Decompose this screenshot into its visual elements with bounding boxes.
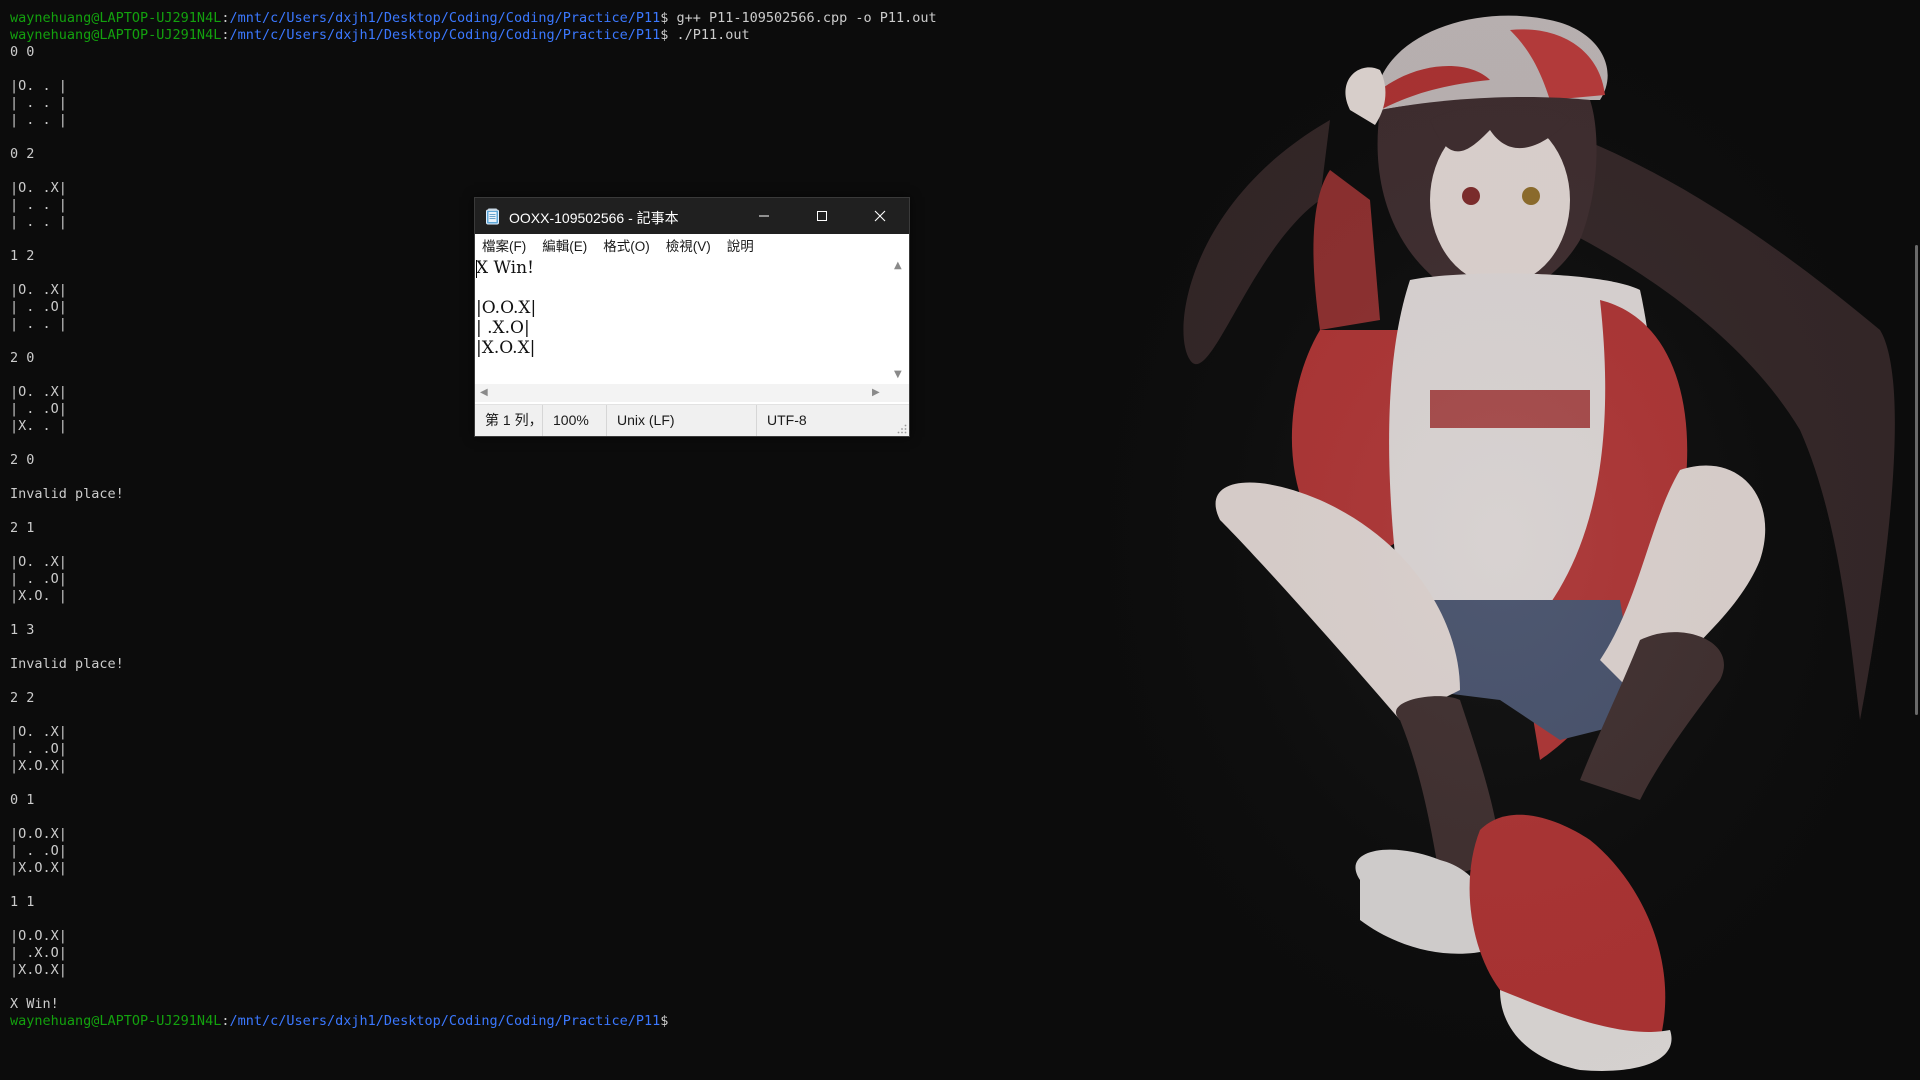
terminal-output-line: |O. .X|	[10, 554, 67, 570]
notepad-title: OOXX-109502566 - 記事本	[509, 210, 679, 226]
terminal-prompt-line: waynehuang@LAPTOP-UJ291N4L:/mnt/c/Users/…	[10, 1013, 937, 1030]
notepad-content[interactable]: X Win! |O.O.X| | .X.O| |X.O.X|	[475, 256, 889, 358]
prompt-path: /mnt/c/Users/dxjh1/Desktop/Coding/Coding…	[229, 1013, 661, 1029]
terminal-output-line: | . .O|	[10, 571, 67, 587]
prompt-symbol: $	[660, 1013, 677, 1029]
terminal-output-line: 0 1	[10, 792, 35, 808]
resize-grip-icon[interactable]	[897, 424, 907, 434]
terminal-output-line: |O.O.X|	[10, 826, 67, 842]
notepad-titlebar[interactable]: OOXX-109502566 - 記事本	[475, 198, 909, 234]
scroll-right-icon[interactable]: ▶	[872, 387, 880, 398]
terminal-output[interactable]: waynehuang@LAPTOP-UJ291N4L:/mnt/c/Users/…	[10, 10, 937, 1030]
menu-edit[interactable]: 編輯(E)	[534, 235, 595, 255]
terminal-output-line: |X.O.X|	[10, 962, 67, 978]
status-encoding: UTF-8	[756, 405, 887, 436]
notepad-icon	[485, 208, 501, 225]
menu-format[interactable]: 格式(O)	[595, 235, 658, 255]
terminal-prompt-line: waynehuang@LAPTOP-UJ291N4L:/mnt/c/Users/…	[10, 10, 937, 27]
prompt-command: g++ P11-109502566.cpp -o P11.out	[676, 10, 937, 26]
terminal-output-line: 2 1	[10, 520, 35, 536]
notepad-text-area[interactable]: X Win! |O.O.X| | .X.O| |X.O.X|	[475, 256, 889, 384]
terminal-output-line: |O. .X|	[10, 180, 67, 196]
notepad-menubar: 檔案(F) 編輯(E) 格式(O) 檢視(V) 說明	[475, 234, 909, 256]
maximize-button[interactable]	[793, 198, 851, 234]
prompt-path: /mnt/c/Users/dxjh1/Desktop/Coding/Coding…	[229, 10, 661, 26]
terminal-output-line: | . .O|	[10, 843, 67, 859]
terminal-output-line: |X.O.X|	[10, 758, 67, 774]
terminal-prompt-line: waynehuang@LAPTOP-UJ291N4L:/mnt/c/Users/…	[10, 27, 937, 44]
terminal-output-line: | . . |	[10, 112, 67, 128]
notepad-horizontal-scrollbar[interactable]: ◀ ▶	[475, 384, 909, 402]
terminal-output-line: |X.O.X|	[10, 860, 67, 876]
prompt-path: /mnt/c/Users/dxjh1/Desktop/Coding/Coding…	[229, 27, 661, 43]
scroll-down-icon[interactable]: ▼	[894, 369, 902, 380]
terminal-output-line: Invalid place!	[10, 486, 124, 502]
text-caret	[476, 260, 477, 278]
prompt-symbol: $	[660, 27, 677, 43]
terminal-output-line: 0 2	[10, 146, 35, 162]
terminal-scrollbar[interactable]	[1914, 0, 1920, 1080]
menu-file[interactable]: 檔案(F)	[475, 235, 534, 255]
prompt-command: ./P11.out	[676, 27, 750, 43]
terminal-output-line: X Win!	[10, 996, 59, 1012]
terminal-output-line: |O. .X|	[10, 724, 67, 740]
terminal-output-line: |O.O.X|	[10, 928, 67, 944]
scroll-up-icon[interactable]: ▲	[894, 260, 902, 271]
scroll-left-icon[interactable]: ◀	[480, 387, 488, 398]
close-icon	[874, 210, 886, 222]
terminal-window[interactable]: waynehuang@LAPTOP-UJ291N4L:/mnt/c/Users/…	[0, 0, 1920, 1080]
prompt-symbol: $	[660, 10, 677, 26]
terminal-output-line: 2 2	[10, 690, 35, 706]
notepad-window[interactable]: OOXX-109502566 - 記事本 檔案(F) 編輯(E) 格式(O) 檢…	[474, 197, 910, 437]
minimize-icon	[759, 215, 769, 217]
status-line-ending: Unix (LF)	[606, 405, 727, 436]
notepad-vertical-scrollbar[interactable]: ▲ ▼	[889, 256, 909, 384]
terminal-scroll-thumb[interactable]	[1915, 245, 1918, 715]
status-cursor-position: 第 1 列，	[485, 412, 542, 428]
status-zoom: 100%	[542, 405, 607, 436]
prompt-user: waynehuang@LAPTOP-UJ291N4L	[10, 10, 222, 26]
terminal-output-line: 1 3	[10, 622, 35, 638]
anime-girl-wallpaper	[1080, 0, 1920, 1080]
terminal-output-line: |O. . |	[10, 78, 67, 94]
notepad-statusbar: 第 1 列， 100% Unix (LF) UTF-8	[475, 404, 909, 436]
prompt-user: waynehuang@LAPTOP-UJ291N4L	[10, 27, 222, 43]
terminal-output-line: | . . |	[10, 95, 67, 111]
menu-view[interactable]: 檢視(V)	[658, 235, 719, 255]
terminal-output-line: | . .O|	[10, 741, 67, 757]
terminal-output-line: Invalid place!	[10, 656, 124, 672]
terminal-output-line: 0 0	[10, 44, 35, 60]
menu-help[interactable]: 說明	[719, 235, 762, 255]
terminal-output-line: 1 1	[10, 894, 35, 910]
prompt-user: waynehuang@LAPTOP-UJ291N4L	[10, 1013, 222, 1029]
terminal-output-line: | .X.O|	[10, 945, 67, 961]
terminal-output-line: 2 0	[10, 452, 35, 468]
close-button[interactable]	[851, 198, 909, 234]
maximize-icon	[817, 211, 827, 221]
minimize-button[interactable]	[735, 198, 793, 234]
terminal-output-line: |X.O. |	[10, 588, 67, 604]
